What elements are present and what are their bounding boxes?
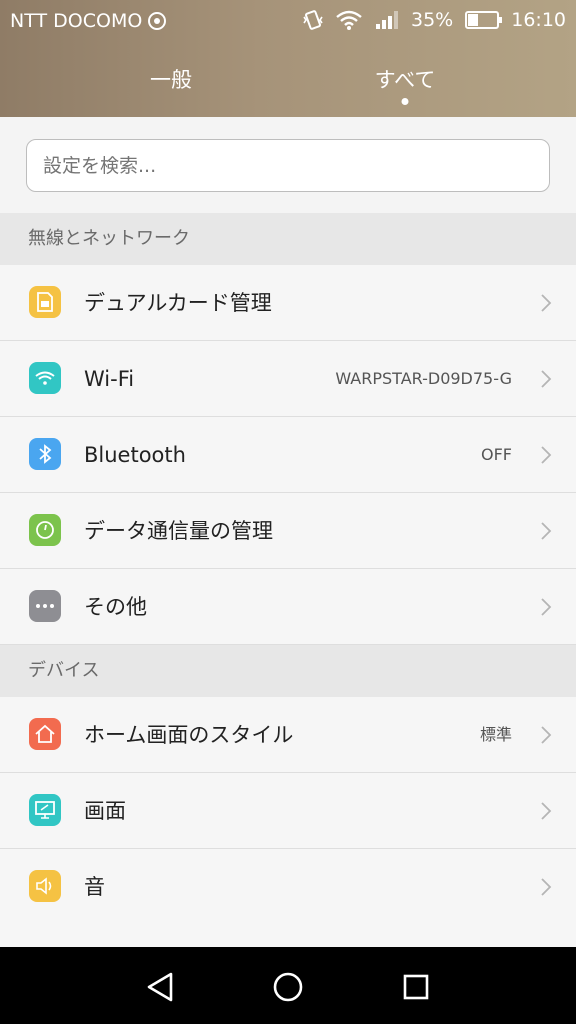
battery-icon [465, 11, 503, 29]
settings-row[interactable]: ホーム画面のスタイル 標準 [0, 697, 576, 773]
row-label: データ通信量の管理 [84, 519, 273, 543]
chevron-right-icon [540, 521, 552, 541]
row-label: Wi-Fi [84, 367, 135, 391]
settings-row[interactable]: 画面 [0, 773, 576, 849]
chevron-right-icon [540, 877, 552, 897]
tab-general[interactable]: 一般 [150, 64, 192, 94]
display-icon [29, 794, 61, 826]
navigation-bar [0, 947, 576, 1024]
section-header: 無線とネットワーク [0, 213, 576, 265]
search-input[interactable] [26, 139, 550, 192]
chevron-right-icon [540, 293, 552, 313]
row-value: 標準 [479, 725, 512, 744]
chevron-right-icon [540, 725, 552, 745]
settings-row[interactable]: Bluetooth OFF [0, 417, 576, 493]
recents-icon[interactable] [396, 967, 436, 1007]
row-value: WARPSTAR-D09D75-G [335, 369, 512, 388]
row-label: その他 [84, 595, 147, 619]
wifi-icon [336, 10, 362, 30]
settings-row[interactable]: 音 [0, 849, 576, 925]
tab-bar: 一般 すべて [0, 42, 576, 117]
sim-card-icon [29, 286, 61, 318]
home-circle-icon[interactable] [268, 967, 308, 1007]
carrier-name: NTT DOCOMO [10, 10, 143, 32]
signal-icon [376, 11, 398, 29]
status-bar: NTT DOCOMO 35% 16:10 [0, 0, 576, 42]
battery-fill [468, 14, 478, 26]
settings-row[interactable]: デュアルカード管理 [0, 265, 576, 341]
bluetooth-icon [29, 438, 61, 470]
wifi-icon [29, 362, 61, 394]
carrier-badge-icon [148, 12, 167, 30]
row-label: ホーム画面のスタイル [84, 723, 294, 747]
home-icon [29, 718, 61, 750]
vibrate-icon [303, 10, 323, 30]
row-label: デュアルカード管理 [84, 291, 272, 315]
row-label: Bluetooth [84, 443, 186, 467]
section-header: デバイス [0, 645, 576, 697]
more-icon [29, 590, 61, 622]
chevron-right-icon [540, 597, 552, 617]
sound-icon [29, 870, 61, 902]
search-area [0, 117, 576, 213]
status-icons: 35% 16:10 [303, 9, 566, 31]
chevron-right-icon [540, 369, 552, 389]
tab-all[interactable]: すべて [375, 64, 436, 94]
selected-tab-indicator [401, 98, 409, 105]
partial-list-row [0, 924, 576, 947]
header-background: NTT DOCOMO 35% 16:10 一般 すべて [0, 0, 576, 117]
row-value: OFF [481, 445, 512, 464]
battery-percent: 35% [411, 9, 454, 31]
data-usage-icon [29, 514, 61, 546]
settings-row[interactable]: データ通信量の管理 [0, 493, 576, 569]
row-label: 音 [84, 875, 105, 899]
back-icon[interactable] [140, 967, 180, 1007]
clock: 16:10 [511, 9, 566, 31]
settings-row[interactable]: Wi-Fi WARPSTAR-D09D75-G [0, 341, 576, 417]
chevron-right-icon [540, 445, 552, 465]
carrier-area: NTT DOCOMO [10, 10, 167, 32]
chevron-right-icon [540, 801, 552, 821]
settings-row[interactable]: その他 [0, 569, 576, 645]
row-label: 画面 [84, 799, 126, 823]
